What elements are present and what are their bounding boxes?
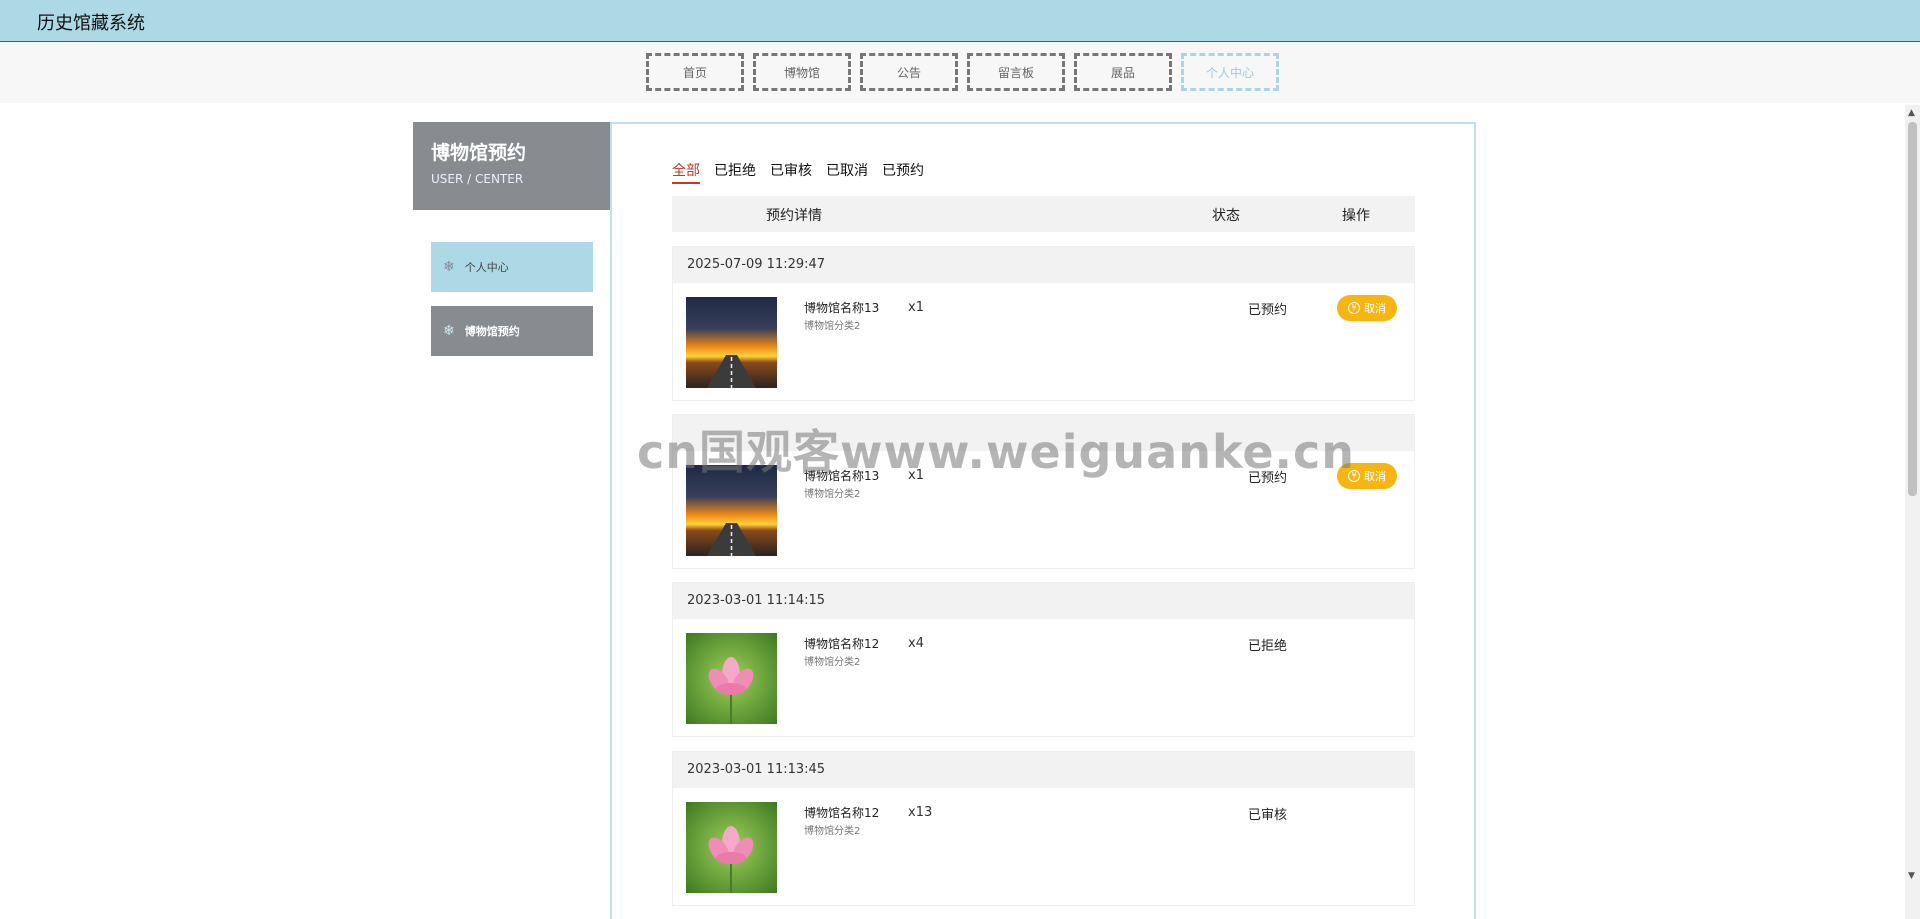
header-status: 状态 [1212, 208, 1240, 224]
museum-name[interactable]: 博物馆名称13 [804, 299, 879, 316]
status-filter-tabs: 全部 已拒绝 已审核 已取消 已预约 [672, 160, 924, 184]
nav-museum[interactable]: 博物馆 [753, 53, 851, 91]
order-time: 2023-03-01 11:13:45 [687, 762, 826, 777]
nav-exhibits[interactable]: 展品 [1074, 53, 1172, 91]
museum-category: 博物馆分类2 [804, 657, 861, 668]
museum-name[interactable]: 博物馆名称12 [804, 635, 879, 652]
museum-name[interactable]: 博物馆名称12 [804, 804, 879, 821]
museum-thumbnail[interactable] [686, 633, 777, 724]
scroll-down-icon[interactable]: ▼ [1908, 871, 1915, 881]
order-card: 2025-07-09 11:29:47 博物馆名称13 博物馆分类2 x1 已预… [672, 246, 1415, 401]
booking-panel: 全部 已拒绝 已审核 已取消 已预约 预约详情 状态 操作 2025-07-09… [610, 122, 1476, 919]
order-header: 2025-07-09 11:29:47 [673, 247, 1414, 283]
sidebar-item-user-center[interactable]: ❄ 个人中心 [431, 242, 593, 292]
order-status: 已审核 [1248, 808, 1288, 823]
header-detail: 预约详情 [766, 208, 822, 224]
sidebar-item-museum-booking[interactable]: ❄ 博物馆预约 [431, 306, 593, 356]
yen-icon: ¥ [1348, 302, 1360, 314]
order-card: 2023-03-01 11:13:45 博物馆名称12 博物馆分类2 x13 已… [672, 751, 1415, 906]
snowflake-icon: ❄ [443, 323, 455, 339]
nav-message-board[interactable]: 留言板 [967, 53, 1065, 91]
site-title: 历史馆藏系统 [37, 13, 145, 34]
nav-user-center[interactable]: 个人中心 [1181, 53, 1279, 91]
header-action: 操作 [1342, 208, 1370, 224]
sidebar-item-label: 个人中心 [464, 261, 509, 274]
sidebar-item-label: 博物馆预约 [464, 325, 520, 338]
cancel-button[interactable]: ¥ 取消 [1337, 295, 1397, 321]
order-quantity: x13 [908, 805, 933, 820]
top-bar: 历史馆藏系统 [0, 0, 1920, 42]
museum-category: 博物馆分类2 [804, 489, 861, 500]
watermark: cn国观客www.weiguanke.cn [637, 425, 1356, 479]
order-quantity: x1 [908, 300, 924, 315]
main-nav: 首页 博物馆 公告 留言板 展品 个人中心 [646, 53, 1279, 91]
tab-booked[interactable]: 已预约 [882, 160, 924, 184]
tab-rejected[interactable]: 已拒绝 [714, 160, 756, 184]
snowflake-icon: ❄ [443, 259, 455, 275]
museum-category: 博物馆分类2 [804, 321, 861, 332]
tab-all[interactable]: 全部 [672, 160, 700, 184]
order-quantity: x4 [908, 636, 924, 651]
museum-thumbnail[interactable] [686, 297, 777, 388]
sidebar-subtitle: USER / CENTER [431, 172, 524, 186]
nav-notice[interactable]: 公告 [860, 53, 958, 91]
nav-home[interactable]: 首页 [646, 53, 744, 91]
cancel-label: 取消 [1364, 302, 1386, 315]
order-header: 2023-03-01 11:13:45 [673, 752, 1414, 788]
order-time: 2025-07-09 11:29:47 [687, 257, 826, 272]
museum-category: 博物馆分类2 [804, 826, 861, 837]
table-header: 预约详情 状态 操作 [672, 196, 1415, 232]
scroll-up-icon[interactable]: ▲ [1908, 108, 1915, 118]
page-scrollbar[interactable]: ▲ ▼ [1905, 105, 1920, 919]
order-status: 已预约 [1248, 303, 1288, 318]
order-card: 2023-03-01 11:14:15 博物馆名称12 博物馆分类2 x4 已拒… [672, 582, 1415, 737]
tab-cancelled[interactable]: 已取消 [826, 160, 868, 184]
museum-thumbnail[interactable] [686, 802, 777, 893]
tab-approved[interactable]: 已审核 [770, 160, 812, 184]
order-header: 2023-03-01 11:14:15 [673, 583, 1414, 619]
scroll-thumb[interactable] [1908, 122, 1917, 496]
sidebar-header: 博物馆预约 USER / CENTER [413, 122, 610, 210]
cancel-label: 取消 [1364, 470, 1386, 483]
order-status: 已拒绝 [1248, 639, 1288, 654]
sidebar-title: 博物馆预约 [431, 142, 527, 164]
order-time: 2023-03-01 11:14:15 [687, 593, 826, 608]
